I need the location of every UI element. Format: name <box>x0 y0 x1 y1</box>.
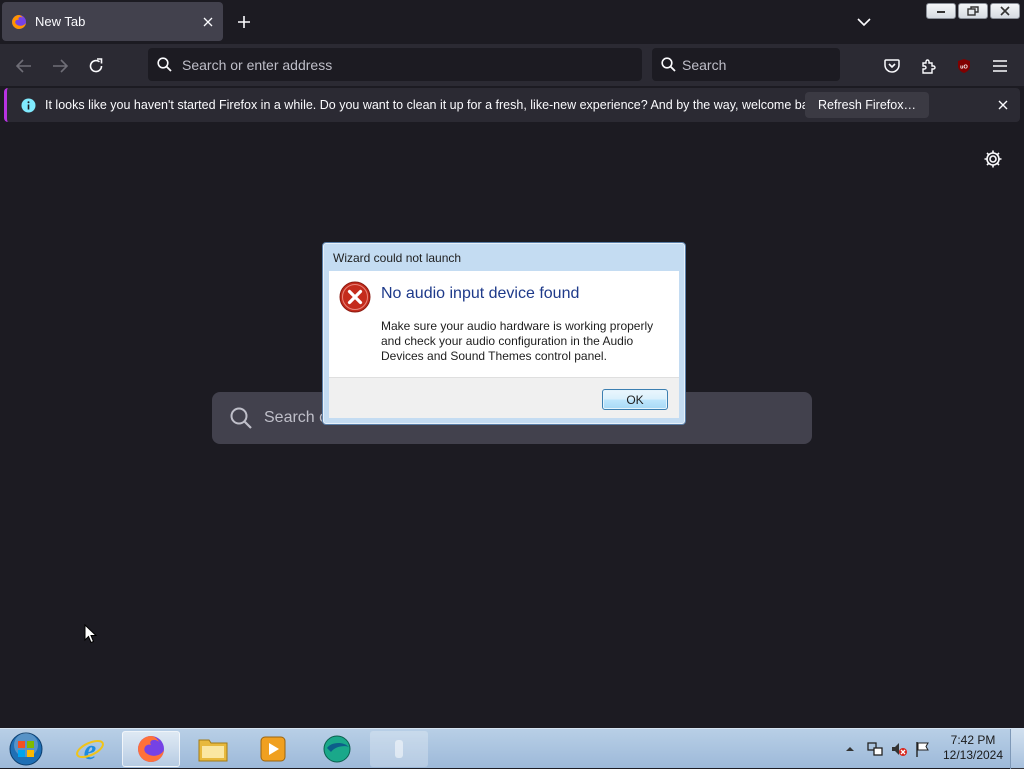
action-center-flag-icon[interactable] <box>914 740 932 758</box>
window-minimize-button[interactable] <box>926 3 956 19</box>
extensions-button[interactable] <box>914 52 942 80</box>
gear-icon <box>984 150 1002 168</box>
taskbar: e 7:42 PM 12/13/2024 <box>0 728 1024 769</box>
taskbar-media-player[interactable] <box>244 731 302 767</box>
error-dialog: Wizard could not launch No audio input d… <box>322 242 686 425</box>
show-hidden-icons-icon[interactable] <box>842 741 858 757</box>
address-input[interactable] <box>182 56 582 73</box>
media-player-icon <box>260 736 286 762</box>
window-restore-button[interactable] <box>958 3 988 19</box>
close-icon <box>998 100 1008 110</box>
hamburger-menu-icon <box>993 60 1007 72</box>
notification-close-button[interactable] <box>991 93 1015 117</box>
taskbar-internet-explorer[interactable]: e <box>61 731 119 767</box>
search-icon <box>230 407 252 429</box>
svg-text:uO: uO <box>960 65 968 71</box>
pocket-button[interactable] <box>878 52 906 80</box>
search-icon <box>157 57 172 72</box>
dialog-footer: OK <box>329 377 679 418</box>
dialog-title: Wizard could not launch <box>333 251 462 265</box>
search-input[interactable] <box>682 56 822 73</box>
plus-icon <box>238 16 250 28</box>
globe-app-icon <box>323 735 351 763</box>
ublock-origin-button[interactable]: uO <box>950 52 978 80</box>
taskbar-file-explorer[interactable] <box>184 731 242 767</box>
refresh-firefox-notification: It looks like you haven't started Firefo… <box>4 88 1020 122</box>
firefox-icon <box>138 736 164 762</box>
show-desktop-button[interactable] <box>1010 729 1024 769</box>
tab-new-tab[interactable]: New Tab <box>2 2 223 41</box>
puzzle-icon <box>922 59 936 74</box>
app-icon <box>395 740 403 758</box>
close-icon <box>1000 6 1010 16</box>
reload-button[interactable] <box>82 52 110 80</box>
dialog-body: Make sure your audio hardware is working… <box>381 319 654 363</box>
system-tray <box>842 729 932 769</box>
search-icon <box>661 57 676 72</box>
taskbar-clock[interactable]: 7:42 PM 12/13/2024 <box>938 733 1008 763</box>
taskbar-pinned-app[interactable] <box>370 731 428 767</box>
ublock-shield-icon: uO <box>958 59 970 73</box>
restore-icon <box>967 6 979 16</box>
chevron-down-icon <box>857 18 871 27</box>
app-menu-button[interactable] <box>986 52 1014 80</box>
internet-explorer-icon: e <box>76 735 104 764</box>
forward-button[interactable] <box>46 52 74 80</box>
notification-message: It looks like you haven't started Firefo… <box>45 98 825 112</box>
volume-muted-icon[interactable] <box>890 740 908 758</box>
newtab-settings-button[interactable] <box>982 148 1004 170</box>
search-bar[interactable] <box>652 48 840 81</box>
folder-icon <box>198 739 228 762</box>
network-icon[interactable] <box>866 740 884 758</box>
navigation-toolbar: uO <box>0 44 1024 86</box>
address-bar[interactable] <box>148 48 642 81</box>
firefox-icon <box>12 14 26 29</box>
clock-date: 12/13/2024 <box>942 748 1004 762</box>
error-icon <box>339 281 371 313</box>
reload-icon <box>89 58 103 73</box>
taskbar-globe-app[interactable] <box>308 731 366 767</box>
back-button[interactable] <box>10 52 38 80</box>
clock-time: 7:42 PM <box>950 733 996 747</box>
tab-title: New Tab <box>35 14 86 29</box>
tab-strip: New Tab <box>0 0 1024 44</box>
list-all-tabs-button[interactable] <box>852 10 876 34</box>
windows-start-orb-icon <box>9 732 43 766</box>
mouse-cursor-icon <box>84 624 98 644</box>
window-close-button[interactable] <box>990 3 1020 19</box>
start-button[interactable] <box>0 731 52 767</box>
pocket-icon <box>884 58 900 73</box>
arrow-right-icon <box>53 59 68 73</box>
arrow-left-icon <box>16 59 31 73</box>
tab-close-icon[interactable] <box>196 10 220 34</box>
info-icon <box>21 98 36 112</box>
new-tab-button[interactable] <box>232 10 256 34</box>
svg-text:e: e <box>84 735 96 764</box>
dialog-content: No audio input device found Make sure yo… <box>329 271 679 377</box>
refresh-firefox-button[interactable]: Refresh Firefox… <box>805 92 929 118</box>
minimize-icon <box>937 11 945 13</box>
newtab-search-placeholder: Search o <box>264 409 329 426</box>
taskbar-firefox[interactable] <box>122 731 180 767</box>
dialog-heading: No audio input device found <box>381 285 580 302</box>
ok-button[interactable]: OK <box>602 389 668 410</box>
